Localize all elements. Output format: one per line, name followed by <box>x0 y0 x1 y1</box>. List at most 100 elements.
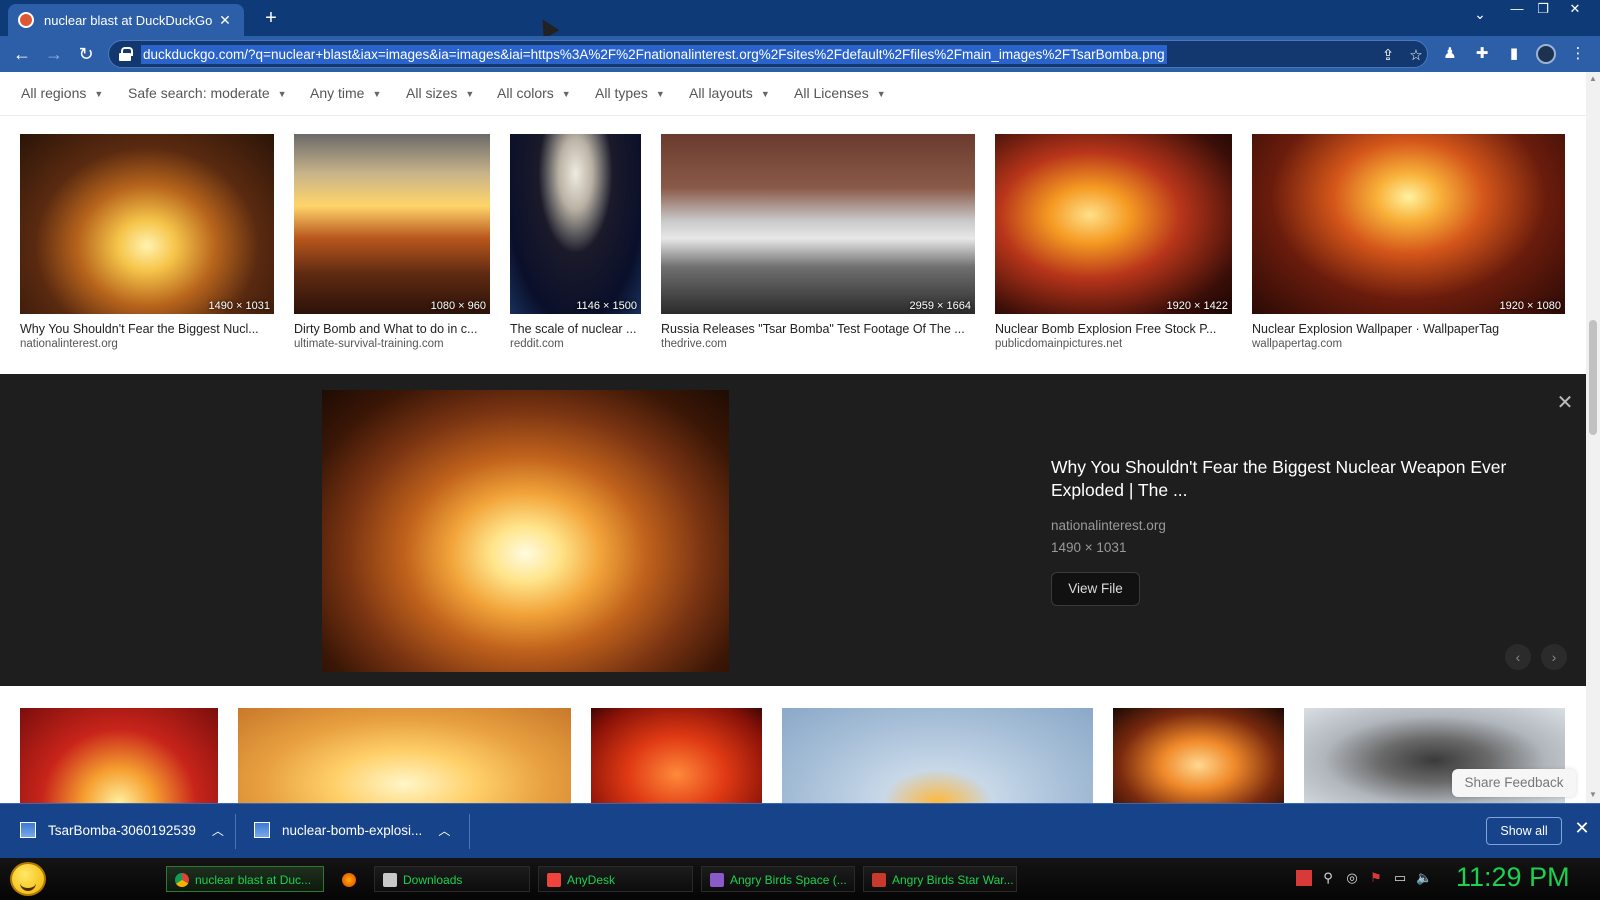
anydesk-icon <box>547 873 561 887</box>
address-bar[interactable]: duckduckgo.com/?q=nuclear+blast&iax=imag… <box>108 40 1428 68</box>
scroll-up-icon[interactable]: ▲ <box>1589 74 1597 83</box>
reload-icon[interactable]: ↻ <box>74 42 98 66</box>
close-downloads-bar-icon[interactable]: ✕ <box>1572 818 1592 839</box>
dropdown-caret-icon: ▼ <box>94 89 104 99</box>
scroll-down-icon[interactable]: ▼ <box>1589 790 1597 799</box>
folder-icon <box>383 873 397 887</box>
share-feedback-button[interactable]: Share Feedback <box>1452 769 1576 797</box>
dropdown-caret-icon: ▼ <box>561 89 571 99</box>
taskbar-item-angry-birds-space[interactable]: Angry Birds Space (... <box>701 866 855 892</box>
next-image-chevron-icon[interactable]: › <box>1541 644 1567 670</box>
angry-birds-icon <box>872 873 886 887</box>
result-title[interactable]: The scale of nuclear ... <box>510 322 641 336</box>
result-thumbnail[interactable]: 2959 × 1664 <box>661 134 975 314</box>
dropdown-caret-icon: ▼ <box>655 89 665 99</box>
dropdown-caret-icon: ▼ <box>760 89 770 99</box>
taskbar-item-anydesk[interactable]: AnyDesk <box>538 866 693 892</box>
detail-title[interactable]: Why You Shouldn't Fear the Biggest Nucle… <box>1051 456 1511 502</box>
show-all-downloads-button[interactable]: Show all <box>1486 817 1562 845</box>
result-thumbnail[interactable]: 1920 × 1080 <box>1252 134 1565 314</box>
image-file-icon <box>20 822 36 838</box>
result-thumbnail[interactable] <box>782 708 1093 803</box>
filter-licenses[interactable]: All Licenses ▼ <box>794 85 886 101</box>
tray-search-icon[interactable]: ⚲ <box>1320 870 1336 886</box>
result-thumbnail[interactable] <box>591 708 762 803</box>
page-scrollbar[interactable]: ▲ ▼ <box>1586 72 1600 803</box>
browser-tab[interactable]: nuclear blast at DuckDuckGo ✕ <box>8 4 244 36</box>
previous-image-chevron-icon[interactable]: ‹ <box>1505 644 1531 670</box>
detail-preview-image[interactable] <box>322 390 729 672</box>
extension-ghost-icon[interactable]: ♟ <box>1440 44 1460 64</box>
filter-sizes[interactable]: All sizes ▼ <box>406 85 474 101</box>
result-title[interactable]: Why You Shouldn't Fear the Biggest Nucl.… <box>20 322 274 336</box>
back-arrow-icon[interactable]: ← <box>10 42 34 66</box>
forward-arrow-icon[interactable]: → <box>42 42 66 66</box>
result-thumbnail[interactable] <box>20 708 218 803</box>
image-detail-panel: ✕ Why You Shouldn't Fear the Biggest Nuc… <box>0 374 1586 686</box>
result-source: publicdomainpictures.net <box>995 338 1123 350</box>
tab-search-chevron-icon[interactable]: ⌄ <box>1468 6 1492 23</box>
restore-icon[interactable]: ❐ <box>1528 0 1558 20</box>
dropdown-caret-icon: ▼ <box>372 89 382 99</box>
filter-layouts[interactable]: All layouts ▼ <box>689 85 770 101</box>
new-tab-plus-icon[interactable]: + <box>258 6 284 30</box>
url-text[interactable]: duckduckgo.com/?q=nuclear+blast&iax=imag… <box>141 45 1167 64</box>
taskbar-item-downloads[interactable]: Downloads <box>374 866 530 892</box>
tab-close-icon[interactable]: ✕ <box>216 12 234 29</box>
result-title[interactable]: Nuclear Bomb Explosion Free Stock P... <box>995 322 1232 336</box>
divider <box>235 814 236 849</box>
taskbar-clock[interactable]: 11:29 PM <box>1456 862 1570 893</box>
lock-icon <box>119 47 133 61</box>
downloads-bar: TsarBomba-3060192539 ︿ nuclear-bomb-explo… <box>0 803 1600 858</box>
browser-menu-icon[interactable]: ⋮ <box>1568 44 1588 64</box>
browser-toolbar: ← → ↻ duckduckgo.com/?q=nuclear+blast&ia… <box>0 36 1600 72</box>
result-title[interactable]: Nuclear Explosion Wallpaper · WallpaperT… <box>1252 322 1565 336</box>
filter-colors[interactable]: All colors ▼ <box>497 85 571 101</box>
start-smiley-icon[interactable] <box>10 862 46 896</box>
extensions-puzzle-icon[interactable]: ✚ <box>1472 44 1492 64</box>
download-item[interactable]: nuclear-bomb-explosi... ︿ <box>254 818 450 844</box>
filter-types[interactable]: All types ▼ <box>595 85 665 101</box>
result-source: reddit.com <box>510 338 564 350</box>
chevron-up-icon[interactable]: ︿ <box>438 824 450 838</box>
filter-safe-search[interactable]: Safe search: moderate ▼ <box>128 85 287 101</box>
result-source: wallpapertag.com <box>1252 338 1343 350</box>
view-file-button[interactable]: View File <box>1051 572 1140 606</box>
taskbar-item-browser[interactable]: nuclear blast at Duc... <box>166 866 324 892</box>
tray-globe-icon[interactable]: ◎ <box>1344 870 1360 886</box>
taskbar-item-firefox[interactable] <box>336 866 360 892</box>
chevron-up-icon[interactable]: ︿ <box>212 824 224 838</box>
result-source: thedrive.com <box>661 338 727 350</box>
result-thumbnail[interactable] <box>238 708 571 803</box>
tray-network-icon[interactable]: ▭ <box>1392 870 1408 886</box>
duckduckgo-favicon-icon <box>18 12 34 28</box>
detail-source[interactable]: nationalinterest.org <box>1051 518 1166 533</box>
result-source: nationalinterest.org <box>20 338 118 350</box>
profile-avatar[interactable] <box>1536 44 1556 64</box>
result-thumbnail[interactable]: 1146 × 1500 <box>510 134 641 314</box>
taskbar-item-angry-birds-star-wars[interactable]: Angry Birds Star War... <box>863 866 1017 892</box>
chrome-icon <box>175 873 189 887</box>
tray-anydesk-icon[interactable] <box>1296 870 1312 886</box>
result-thumbnail[interactable] <box>1113 708 1284 803</box>
divider <box>469 814 470 849</box>
tray-flag-icon[interactable]: ⚑ <box>1368 870 1384 886</box>
firefox-icon <box>342 873 356 887</box>
result-title[interactable]: Dirty Bomb and What to do in c... <box>294 322 490 336</box>
filter-regions[interactable]: All regions ▼ <box>21 85 103 101</box>
tray-volume-icon[interactable]: 🔈 <box>1416 870 1432 886</box>
window-close-icon[interactable]: ✕ <box>1560 0 1590 20</box>
close-detail-icon[interactable]: ✕ <box>1553 390 1577 415</box>
browser-titlebar: nuclear blast at DuckDuckGo ✕ + ⌄ — ❐ ✕ <box>0 0 1600 40</box>
scrollbar-thumb[interactable] <box>1589 320 1597 435</box>
filter-time[interactable]: Any time ▼ <box>310 85 381 101</box>
result-thumbnail[interactable]: 1080 × 960 <box>294 134 490 314</box>
result-thumbnail[interactable]: 1490 × 1031 <box>20 134 274 314</box>
side-panel-icon[interactable]: ▮ <box>1504 44 1524 64</box>
share-icon[interactable]: ⇪ <box>1379 46 1397 64</box>
angry-birds-icon <box>710 873 724 887</box>
bookmark-star-icon[interactable]: ☆ <box>1407 46 1425 64</box>
download-item[interactable]: TsarBomba-3060192539 ︿ <box>20 818 224 844</box>
result-thumbnail[interactable]: 1920 × 1422 <box>995 134 1232 314</box>
result-title[interactable]: Russia Releases "Tsar Bomba" Test Footag… <box>661 322 975 336</box>
